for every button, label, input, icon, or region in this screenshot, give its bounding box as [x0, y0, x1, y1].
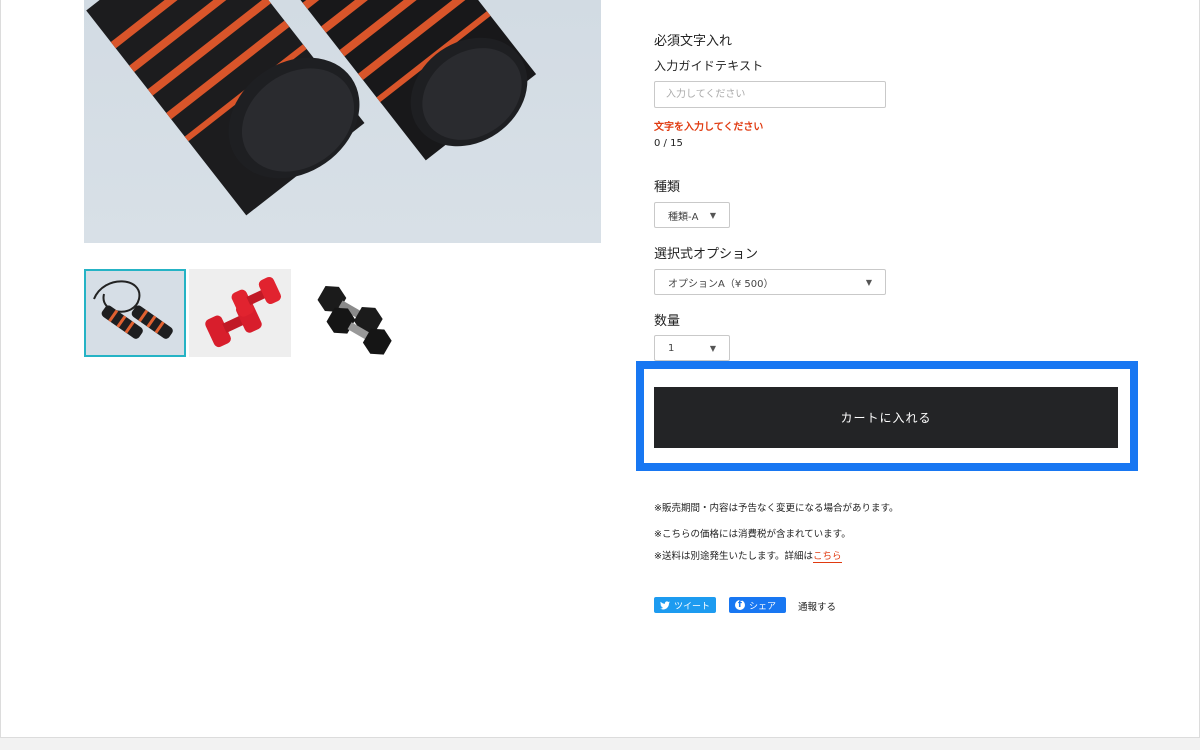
guide-text-label: 入力ガイドテキスト	[654, 59, 764, 73]
note-sales-period: ※販売期間・内容は予告なく変更になる場合があります。	[654, 503, 899, 514]
option-select[interactable]: オプションA（¥ 500） ▼	[654, 269, 886, 295]
thumbnail-strip	[84, 269, 396, 357]
quantity-select[interactable]: 1 ▼	[654, 335, 730, 361]
type-select[interactable]: 種類-A ▼	[654, 202, 730, 228]
add-to-cart-button[interactable]: カートに入れる	[654, 387, 1118, 448]
tweet-label: ツイート	[674, 601, 711, 612]
product-main-image	[84, 0, 601, 243]
quantity-label: 数量	[654, 314, 681, 329]
char-counter: 0 / 15	[654, 138, 683, 149]
note-shipping-text: ※送料は別途発生いたします。詳細は	[654, 551, 814, 562]
option-label: 選択式オプション	[654, 247, 759, 262]
shipping-details-link[interactable]: こちら	[813, 551, 842, 563]
option-select-value: オプションA（¥ 500）	[668, 278, 774, 290]
twitter-bird-icon	[660, 600, 670, 609]
tweet-button[interactable]: ツイート	[654, 597, 716, 613]
report-link[interactable]: 通報する	[798, 599, 836, 613]
required-text-label: 必須文字入れ	[654, 34, 733, 49]
engraving-text-input[interactable]	[654, 81, 886, 108]
thumbnail-red-dumbbells[interactable]	[189, 269, 291, 357]
caret-down-icon: ▼	[865, 277, 872, 287]
facebook-share-button[interactable]: f シェア	[729, 597, 786, 613]
note-shipping: ※送料は別途発生いたします。詳細はこちら	[654, 548, 842, 563]
type-label: 種類	[654, 180, 681, 195]
input-error-message: 文字を入力してください	[654, 122, 764, 133]
facebook-f-icon: f	[735, 600, 745, 610]
caret-down-icon: ▼	[709, 210, 716, 220]
product-page: 必須文字入れ 入力ガイドテキスト 文字を入力してください 0 / 15 種類 種…	[0, 0, 1200, 738]
type-select-value: 種類-A	[668, 211, 699, 223]
note-tax-included: ※こちらの価格には消費税が含まれています。	[654, 529, 851, 540]
thumbnail-jump-rope[interactable]	[84, 269, 186, 357]
quantity-select-value: 1	[668, 342, 675, 354]
caret-down-icon: ▼	[709, 343, 716, 353]
thumbnail-black-dumbbells[interactable]	[294, 269, 396, 357]
share-label: シェア	[749, 601, 777, 612]
